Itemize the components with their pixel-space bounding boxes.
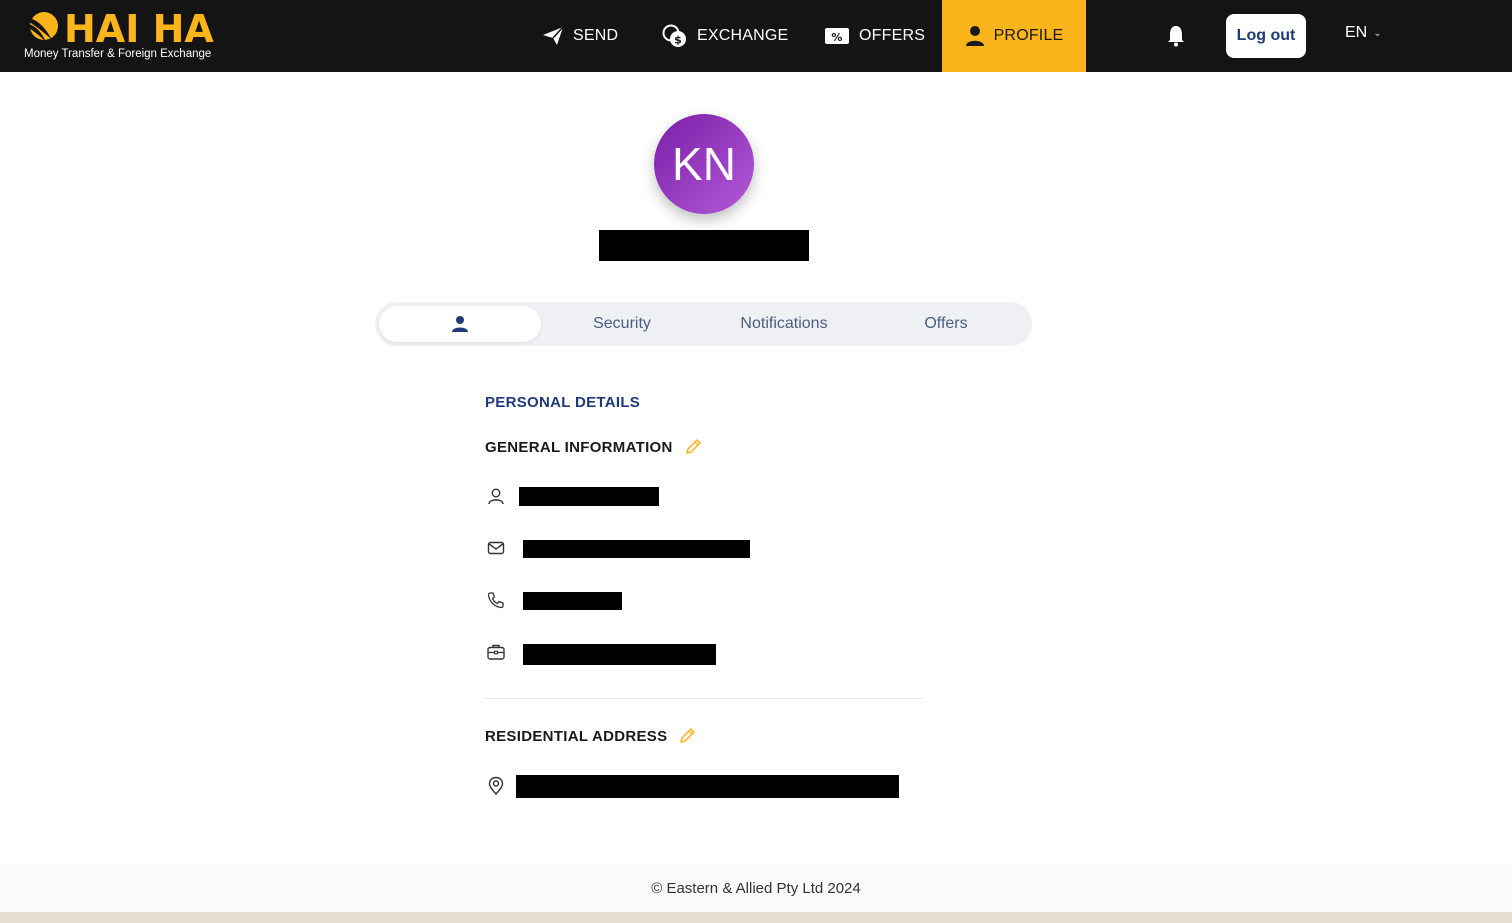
nav-offers-label: OFFERS — [859, 27, 926, 44]
residential-address-heading: RESIDENTIAL ADDRESS — [485, 726, 697, 746]
map-pin-icon — [488, 776, 504, 796]
nav-exchange[interactable]: $ EXCHANGE — [662, 0, 788, 72]
residential-address-label: RESIDENTIAL ADDRESS — [485, 727, 668, 745]
nav-offers[interactable]: % OFFERS — [824, 0, 925, 72]
top-navigation-bar: HAI HA Money Transfer & Foreign Exchange… — [0, 0, 1512, 72]
redacted-full-name — [519, 487, 659, 506]
tab-offers[interactable]: Offers — [865, 306, 1027, 342]
person-icon — [965, 26, 984, 46]
brand-name: HAI HA — [64, 7, 214, 51]
language-label: EN — [1345, 24, 1368, 41]
logout-button[interactable]: Log out — [1226, 14, 1306, 58]
language-selector[interactable]: EN ⌄ — [1345, 24, 1382, 42]
general-information-heading: GENERAL INFORMATION — [485, 437, 703, 457]
phone-icon — [487, 592, 504, 609]
notification-bell-icon[interactable] — [1165, 24, 1187, 48]
user-avatar: KN — [654, 114, 754, 214]
briefcase-icon — [487, 644, 505, 660]
paper-plane-icon — [543, 26, 564, 45]
edit-pencil-icon[interactable] — [683, 437, 703, 457]
svg-text:%: % — [831, 31, 842, 44]
profile-tabs: Security Notifications Offers — [375, 302, 1032, 346]
general-information-label: GENERAL INFORMATION — [485, 438, 673, 456]
chevron-down-icon: ⌄ — [1373, 27, 1382, 39]
tab-notifications[interactable]: Notifications — [703, 306, 865, 342]
copyright-text: © Eastern & Allied Pty Ltd 2024 — [651, 879, 861, 897]
currency-exchange-icon: $ — [662, 24, 686, 47]
edit-pencil-icon[interactable] — [677, 726, 697, 746]
tab-security[interactable]: Security — [541, 306, 703, 342]
redacted-email — [523, 540, 750, 558]
person-icon — [452, 316, 468, 332]
page-footer: © Eastern & Allied Pty Ltd 2024 — [0, 864, 1512, 912]
redacted-address — [516, 775, 899, 798]
nav-send[interactable]: SEND — [542, 0, 618, 72]
redacted-occupation — [523, 644, 716, 665]
personal-details-heading: PERSONAL DETAILS — [485, 394, 641, 411]
discount-ticket-icon: % — [825, 28, 849, 44]
brand-tagline: Money Transfer & Foreign Exchange — [24, 48, 212, 60]
nav-profile-label: PROFILE — [993, 27, 1064, 44]
svg-text:$: $ — [674, 34, 682, 47]
section-divider — [484, 698, 923, 699]
bottom-strip — [0, 912, 1512, 923]
user-icon — [488, 488, 504, 505]
tab-personal-details[interactable] — [379, 306, 541, 342]
mail-icon — [487, 541, 505, 555]
nav-send-label: SEND — [573, 27, 619, 44]
logo-swoosh-icon — [22, 12, 58, 42]
nav-exchange-label: EXCHANGE — [697, 27, 789, 44]
redacted-user-name — [599, 230, 809, 261]
redacted-phone — [523, 592, 622, 610]
brand-logo[interactable]: HAI HA Money Transfer & Foreign Exchange — [22, 8, 222, 64]
nav-profile[interactable]: PROFILE — [942, 0, 1086, 72]
